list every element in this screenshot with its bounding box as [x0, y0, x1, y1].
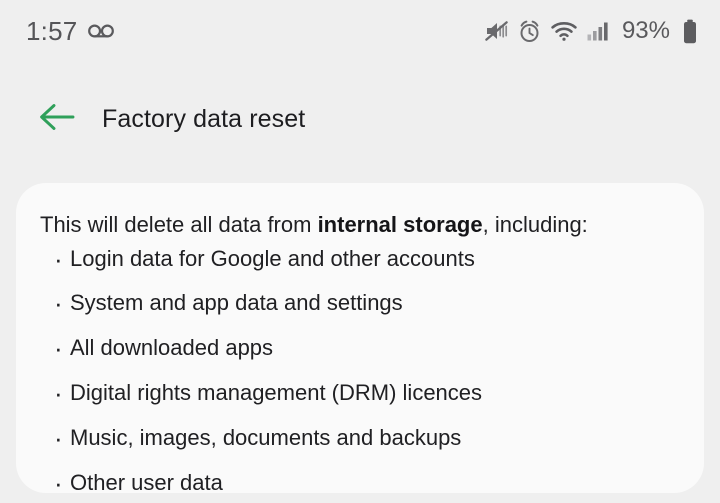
list-item: Other user data	[40, 468, 670, 493]
status-time: 1:57	[26, 16, 78, 46]
factory-reset-info-card: This will delete all data from internal …	[16, 183, 704, 493]
intro-suffix: , including:	[482, 212, 588, 237]
deleted-data-list: Login data for Google and other accounts…	[40, 243, 670, 493]
voicemail-icon	[88, 23, 115, 39]
back-button[interactable]	[34, 97, 80, 143]
list-item: Music, images, documents and backups	[40, 423, 670, 455]
page-title: Factory data reset	[102, 105, 306, 133]
battery-percentage: 93%	[621, 17, 670, 44]
intro-line: This will delete all data from internal …	[40, 211, 670, 239]
status-bar: 1:57 93%	[0, 0, 720, 62]
status-bar-left: 1:57	[26, 16, 115, 46]
back-arrow-icon	[37, 102, 77, 137]
list-item: Login data for Google and other accounts	[40, 243, 670, 275]
volume-mute-icon	[485, 20, 508, 42]
list-item: All downloaded apps	[40, 333, 670, 365]
status-bar-right: 93%	[485, 19, 698, 44]
phone-screen: 1:57 93% Factory data reset This will de…	[0, 0, 720, 503]
battery-full-icon	[682, 19, 698, 44]
list-item: System and app data and settings	[40, 288, 670, 320]
cellular-signal-icon	[587, 21, 611, 41]
intro-prefix: This will delete all data from	[40, 212, 318, 237]
app-bar: Factory data reset	[0, 62, 720, 177]
list-item: Digital rights management (DRM) licences	[40, 378, 670, 410]
wifi-icon	[551, 21, 577, 41]
alarm-clock-icon	[518, 20, 541, 43]
intro-emphasis: internal storage	[317, 212, 483, 237]
